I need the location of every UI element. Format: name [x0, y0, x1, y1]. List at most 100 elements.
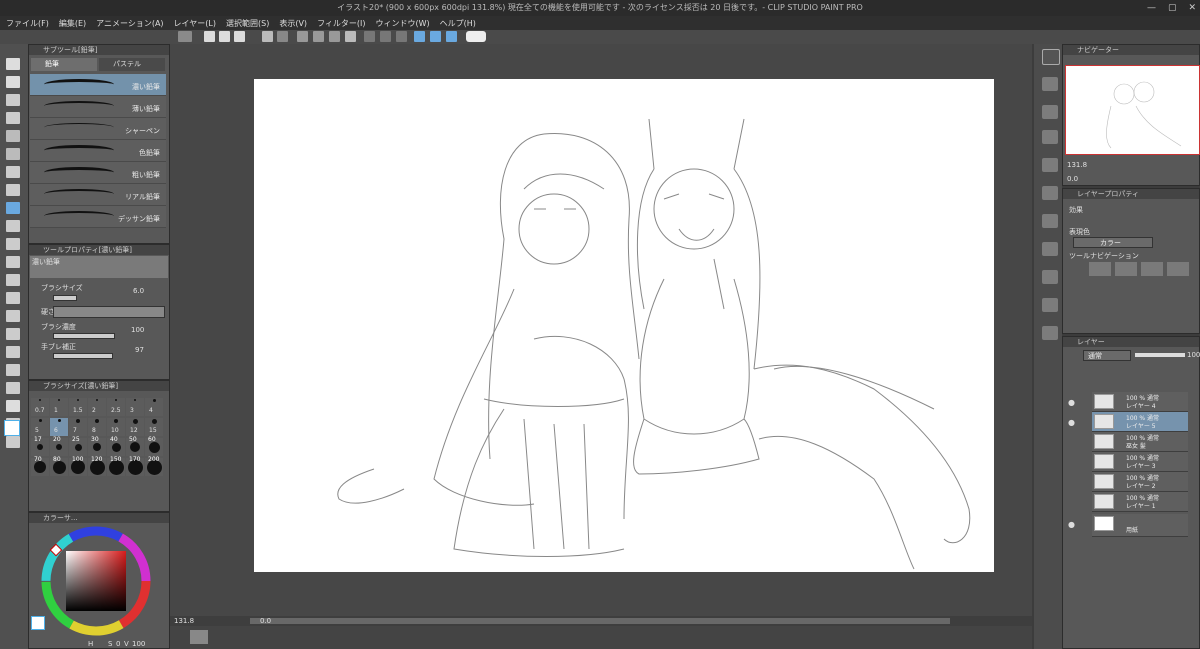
brush-size-cell[interactable]: 120 — [88, 456, 106, 476]
brush-size-cell[interactable]: 70 — [31, 456, 49, 476]
layer-row-2[interactable]: 100 % 通常 レイヤー 2 — [1092, 472, 1188, 492]
brush-item-sketch-pencil[interactable]: デッサン鉛筆 — [30, 206, 166, 228]
figure-tool-icon[interactable] — [6, 346, 20, 358]
tab-pencil[interactable]: 鉛筆 — [31, 58, 97, 71]
menu-help[interactable]: ヘルプ(H) — [440, 18, 476, 29]
layer-row-paper[interactable]: 用紙 — [1092, 514, 1188, 537]
brush-size-cell[interactable]: 20 — [50, 436, 68, 456]
tool-nav-button-2[interactable] — [1115, 262, 1137, 276]
brush-item-light-pencil[interactable]: 薄い鉛筆 — [30, 96, 166, 118]
foreground-color-swatch[interactable] — [31, 616, 45, 630]
menu-layer[interactable]: レイヤー(L) — [174, 18, 216, 29]
navigator-preview[interactable] — [1065, 65, 1200, 155]
status-angle-value[interactable]: 0.0 — [260, 617, 271, 625]
tool-nav-button-1[interactable] — [1089, 262, 1111, 276]
brush-size-cell[interactable]: 5 — [31, 418, 49, 436]
clip-studio-icon[interactable] — [1042, 49, 1060, 65]
brush-size-cell[interactable]: 80 — [50, 456, 68, 476]
brush-size-cell[interactable]: 40 — [107, 436, 125, 456]
density-slider[interactable] — [53, 333, 115, 339]
brush-size-cell[interactable]: 12 — [126, 418, 144, 436]
frame-tool-icon[interactable] — [6, 364, 20, 376]
close-button[interactable]: ✕ — [1188, 3, 1196, 13]
navigator-zoom-value[interactable]: 131.8 — [1067, 161, 1087, 169]
maximize-button[interactable]: ▢ — [1168, 3, 1177, 13]
brush-size-slider[interactable] — [53, 295, 77, 301]
hand-tool-icon[interactable] — [6, 76, 20, 88]
airbrush-tool-icon[interactable] — [6, 256, 20, 268]
brush-size-cell[interactable]: 200 — [145, 456, 163, 476]
move-layer-icon[interactable] — [6, 112, 20, 124]
opacity-slider[interactable] — [1135, 353, 1185, 357]
menu-view[interactable]: 表示(V) — [279, 18, 307, 29]
main-color-swatch[interactable] — [4, 420, 20, 436]
material-icon[interactable] — [1042, 77, 1058, 91]
tool-nav-button-4[interactable] — [1167, 262, 1189, 276]
gradient-tool-icon[interactable] — [6, 328, 20, 340]
brush-size-value[interactable]: 6.0 — [133, 287, 144, 295]
brush-size-cell[interactable]: 10 — [107, 418, 125, 436]
density-value[interactable]: 100 — [131, 326, 144, 334]
stabilizer-slider[interactable] — [53, 353, 113, 359]
operation-tool-icon[interactable] — [6, 94, 20, 106]
eye-icon[interactable]: ● — [1068, 418, 1075, 427]
brush-item-dark-pencil[interactable]: 濃い鉛筆 — [30, 74, 166, 96]
opacity-value[interactable]: 100 — [1187, 351, 1200, 359]
pen-tool-icon[interactable] — [6, 220, 20, 232]
open-file-icon[interactable] — [219, 31, 230, 42]
brush-size-cell[interactable]: 1.5 — [69, 398, 87, 416]
brush-size-cell[interactable]: 100 — [69, 456, 87, 476]
brush-size-cell[interactable]: 17 — [31, 436, 49, 456]
horizontal-scroll-thumb[interactable] — [250, 618, 950, 624]
save-icon[interactable] — [234, 31, 245, 42]
invert-selection-icon[interactable] — [380, 31, 391, 42]
menu-window[interactable]: ウィンドウ(W) — [376, 18, 430, 29]
brush-size-cell[interactable]: 150 — [107, 456, 125, 476]
crop-icon[interactable] — [345, 31, 356, 42]
minimize-button[interactable]: — — [1147, 3, 1156, 13]
menu-edit[interactable]: 編集(E) — [59, 18, 86, 29]
approximate-color-icon[interactable] — [1042, 270, 1058, 284]
navigator-angle-value[interactable]: 0.0 — [1067, 175, 1078, 183]
help-icon[interactable] — [466, 31, 486, 42]
brush-item-rough-pencil[interactable]: 粗い鉛筆 — [30, 162, 166, 184]
color-wheel[interactable] — [38, 526, 156, 638]
magic-wand-icon[interactable] — [6, 166, 20, 178]
blend-tool-icon[interactable] — [6, 292, 20, 304]
brush-size-cell[interactable]: 6 — [50, 418, 68, 436]
brush-size-cell[interactable]: 2.5 — [107, 398, 125, 416]
brush-size-cell[interactable]: 170 — [126, 456, 144, 476]
menu-animation[interactable]: アニメーション(A) — [96, 18, 163, 29]
navigator-toggle-icon[interactable] — [190, 630, 208, 644]
search-layer-icon[interactable] — [1042, 298, 1058, 312]
snap-special-ruler-icon[interactable] — [446, 31, 457, 42]
brush-size-cell[interactable]: 60 — [145, 436, 163, 456]
deselect-icon[interactable] — [364, 31, 375, 42]
eye-icon[interactable]: ● — [1068, 398, 1075, 407]
brush-item-mechanical-pencil[interactable]: シャーペン — [30, 118, 166, 140]
tool-nav-button-3[interactable] — [1141, 262, 1163, 276]
brush-size-cell[interactable]: 25 — [69, 436, 87, 456]
brush-size-cell[interactable]: 15 — [145, 418, 163, 436]
layer-row-1[interactable]: 100 % 通常 レイヤー 1 — [1092, 492, 1188, 512]
app-icon[interactable] — [178, 31, 192, 42]
brush-item-color-pencil[interactable]: 色鉛筆 — [30, 140, 166, 162]
selection-tool-icon[interactable] — [6, 130, 20, 142]
brush-size-cell[interactable]: 7 — [69, 418, 87, 436]
fill-icon[interactable] — [313, 31, 324, 42]
brush-tool-icon[interactable] — [6, 238, 20, 250]
fill-tool-icon[interactable] — [6, 310, 20, 322]
eraser-tool-icon[interactable] — [6, 274, 20, 286]
expression-color-select[interactable]: カラー — [1073, 237, 1153, 248]
menu-file[interactable]: ファイル(F) — [6, 18, 49, 29]
undo-icon[interactable] — [262, 31, 273, 42]
clear-icon[interactable] — [297, 31, 308, 42]
stabilizer-value[interactable]: 97 — [135, 346, 144, 354]
hardness-selector[interactable] — [53, 306, 165, 318]
brush-size-cell[interactable]: 2 — [88, 398, 106, 416]
brush-size-cell[interactable]: 30 — [88, 436, 106, 456]
new-file-icon[interactable] — [204, 31, 215, 42]
layer-row-miko-hair[interactable]: 100 % 通常 巫女 髪 — [1092, 432, 1188, 452]
eyedropper-icon[interactable] — [6, 184, 20, 196]
brush-size-cell[interactable]: 8 — [88, 418, 106, 436]
